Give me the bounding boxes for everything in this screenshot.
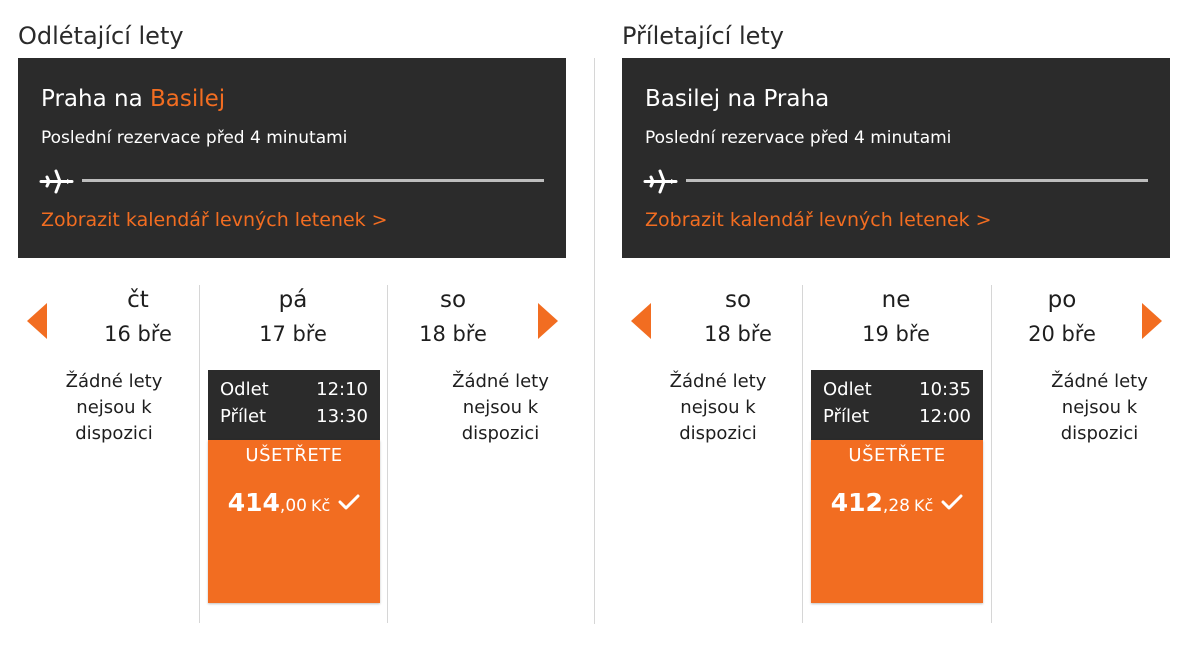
section-title: Příletající lety: [622, 22, 785, 50]
day-date: 18 bře: [419, 322, 487, 346]
no-flights-line: nejsou k: [1061, 397, 1138, 418]
no-flights-line: dispozici: [75, 423, 153, 444]
day-name: po: [1047, 287, 1077, 313]
no-flights-line: Žádné lety: [452, 371, 549, 392]
section-title: Odlétající lety: [18, 22, 184, 50]
day-name: so: [724, 287, 752, 313]
day-name: pá: [278, 287, 308, 313]
day-name: so: [439, 287, 467, 313]
day-column[interactable]: so 18 bře Žádné lety nejsou k dispozici: [388, 285, 549, 447]
price-panel: UŠETŘETE 414,00 Kč: [208, 440, 380, 603]
arrive-label: Přílet: [823, 406, 870, 427]
price-currency: Kč: [310, 496, 331, 515]
route-destination: Basilej: [149, 86, 226, 112]
no-flights-text: Žádné lety nejsou k dispozici: [648, 369, 788, 447]
day-date: 19 bře: [862, 322, 930, 346]
no-flights-line: Žádné lety: [1051, 371, 1148, 392]
depart-time: 12:10: [316, 379, 368, 400]
day-name: ne: [881, 287, 911, 313]
arrive-label: Přílet: [220, 406, 267, 427]
no-flights-line: nejsou k: [76, 397, 152, 418]
no-flights-line: nejsou k: [680, 397, 756, 418]
last-booking-text: Poslední rezervace před 4 minutami: [645, 128, 952, 148]
section-divider: [594, 58, 595, 624]
route-track: [686, 179, 1148, 182]
check-icon: [941, 494, 963, 510]
flight-card[interactable]: Odlet 10:35 Přílet 12:00 UŠETŘETE 412,28 Kč: [811, 370, 983, 603]
day-date: 20 bře: [1028, 322, 1096, 346]
no-flights-line: Žádné lety: [669, 371, 767, 392]
day-column[interactable]: po 20 bře Žádné lety nejsou k dispozici: [992, 285, 1148, 447]
cheap-calendar-link[interactable]: Zobrazit kalendář levných letenek >: [645, 209, 992, 231]
route-panel: Basilej na Praha Poslední rezervace před…: [622, 58, 1170, 258]
depart-time: 10:35: [919, 379, 971, 400]
flight-times: Odlet 10:35 Přílet 12:00: [811, 370, 983, 440]
inbound-section: Příletající lety Basilej na Praha Posled…: [622, 0, 1170, 660]
no-flights-line: Žádné lety: [65, 371, 163, 392]
flight-times: Odlet 12:10 Přílet 13:30: [208, 370, 380, 440]
outbound-section: Odlétající lety Praha na Basilej Posledn…: [18, 0, 566, 660]
price-main: 414: [227, 488, 280, 517]
price-currency: Kč: [913, 496, 934, 515]
route-title: Basilej na Praha: [645, 86, 830, 112]
plane-icon: [39, 169, 74, 194]
price: 414,00 Kč: [208, 488, 380, 517]
day-column-selected[interactable]: pá 17 bře Odlet 12:10 Přílet 13:30 UŠETŘET…: [200, 285, 386, 603]
day-date: 16 bře: [104, 322, 172, 346]
no-flights-line: dispozici: [461, 423, 540, 444]
no-flights-text: Žádné lety nejsou k dispozici: [1032, 369, 1167, 447]
price-panel: UŠETŘETE 412,28 Kč: [811, 440, 983, 603]
route-track: [82, 179, 544, 182]
no-flights-line: dispozici: [1060, 423, 1139, 444]
arrow-right-icon[interactable]: [538, 303, 558, 339]
last-booking-text: Poslední rezervace před 4 minutami: [41, 128, 348, 148]
route-panel: Praha na Basilej Poslední rezervace před…: [18, 58, 566, 258]
day-column-selected[interactable]: ne 19 bře Odlet 10:35 Přílet 12:00 UŠETŘET…: [803, 285, 989, 603]
day-column[interactable]: so 18 bře Žádné lety nejsou k dispozici: [648, 285, 788, 447]
price-decimals: ,00: [279, 496, 307, 516]
day-date: 18 bře: [704, 322, 772, 346]
no-flights-line: nejsou k: [462, 397, 539, 418]
day-date: 17 bře: [259, 322, 327, 346]
cheap-calendar-link[interactable]: Zobrazit kalendář levných letenek >: [41, 209, 388, 231]
plane-icon: [643, 169, 678, 194]
route-title: Praha na Basilej: [41, 86, 225, 112]
save-badge: UŠETŘETE: [245, 445, 343, 466]
route-from: Praha na: [41, 86, 143, 112]
arrow-right-icon[interactable]: [1142, 303, 1162, 339]
flight-card[interactable]: Odlet 12:10 Přílet 13:30 UŠETŘETE 414,00 Kč: [208, 370, 380, 603]
price: 412,28 Kč: [811, 488, 983, 517]
no-flights-line: dispozici: [679, 423, 757, 444]
day-name: čt: [127, 287, 149, 313]
arrive-time: 12:00: [919, 406, 971, 427]
depart-label: Odlet: [823, 379, 872, 400]
check-icon: [338, 494, 360, 510]
day-column[interactable]: čt 16 bře Žádné lety nejsou k dispozici: [44, 285, 184, 447]
price-decimals: ,28: [882, 496, 910, 516]
no-flights-text: Žádné lety nejsou k dispozici: [433, 369, 568, 447]
arrive-time: 13:30: [316, 406, 368, 427]
depart-label: Odlet: [220, 379, 269, 400]
price-main: 412: [830, 488, 883, 517]
save-badge: UŠETŘETE: [848, 445, 946, 466]
no-flights-text: Žádné lety nejsou k dispozici: [44, 369, 184, 447]
